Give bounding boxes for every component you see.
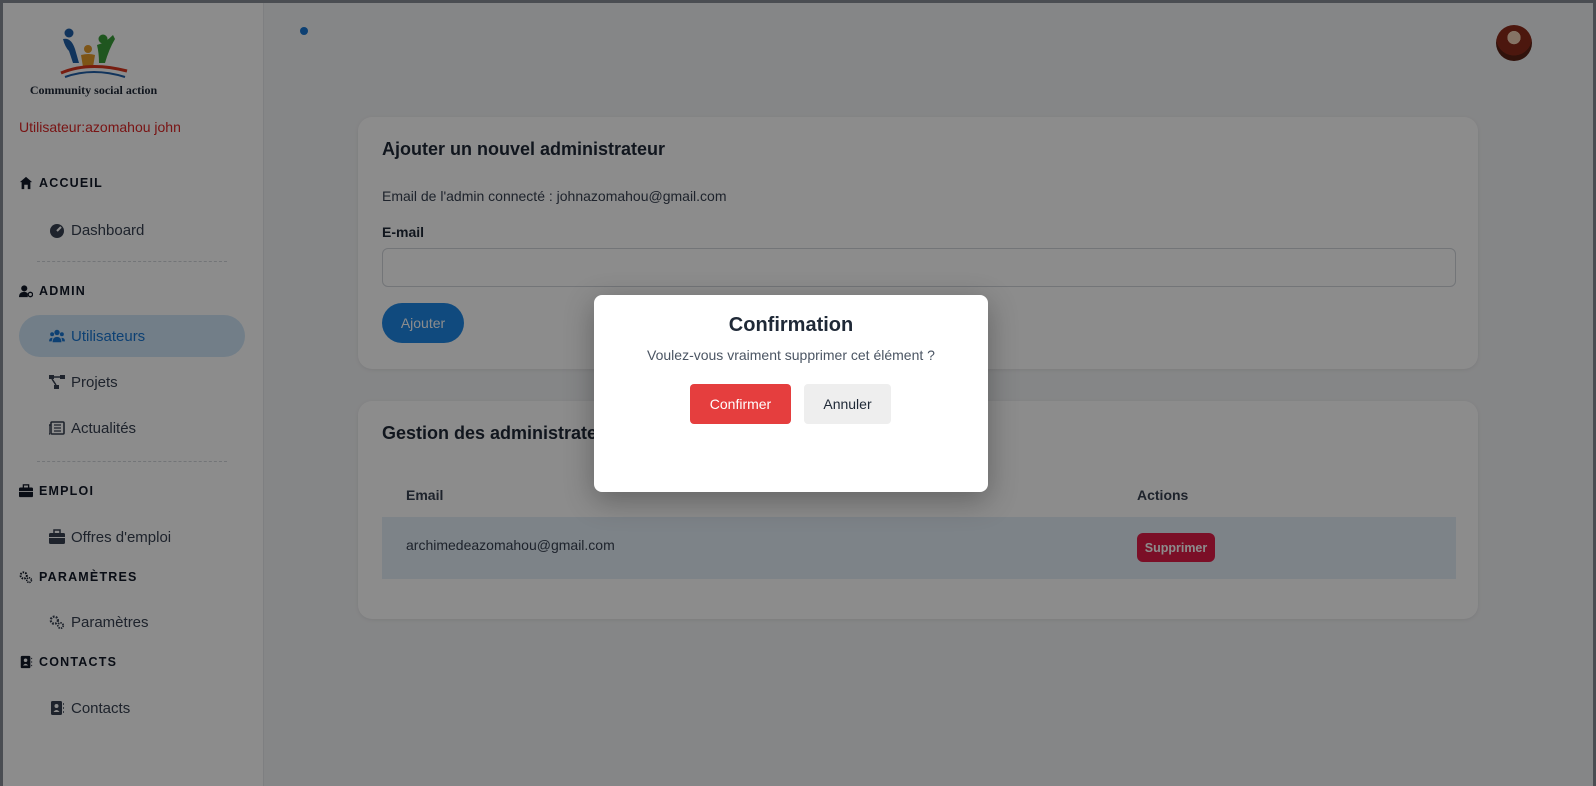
confirm-button[interactable]: Confirmer <box>690 384 791 424</box>
app-window: Community social action Utilisateur:azom… <box>3 3 1593 786</box>
cancel-button[interactable]: Annuler <box>804 384 891 424</box>
confirmation-dialog: Confirmation Voulez-vous vraiment suppri… <box>594 295 988 492</box>
dialog-message: Voulez-vous vraiment supprimer cet éléme… <box>647 347 935 363</box>
dialog-title: Confirmation <box>728 314 854 336</box>
